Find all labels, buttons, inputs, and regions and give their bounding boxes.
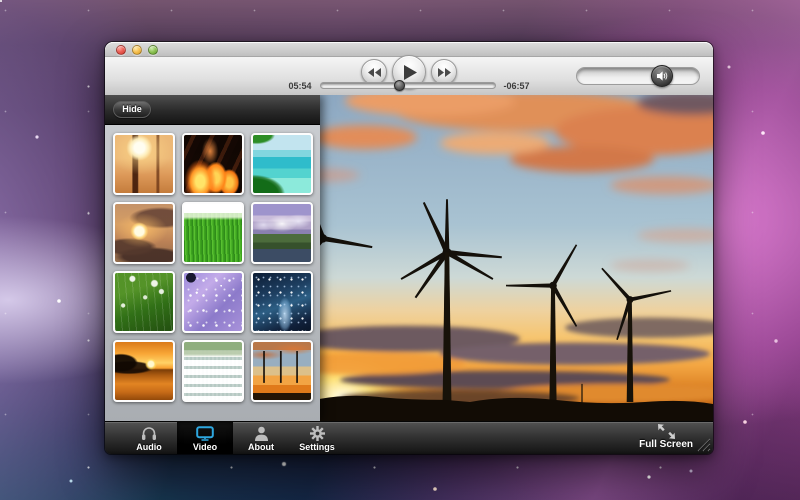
tab-bar: Audio Video About	[121, 422, 345, 454]
thumbnail-starry-sky[interactable]	[251, 271, 313, 333]
tab-video-label: Video	[193, 442, 217, 452]
thumbnail-wind-turbines[interactable]	[251, 340, 313, 402]
video-surface[interactable]	[320, 95, 713, 421]
fullscreen-label: Full Screen	[639, 439, 693, 450]
timeline-track[interactable]	[320, 82, 496, 89]
thumbnail-autumn-trees[interactable]	[113, 133, 175, 195]
tab-about-label: About	[248, 442, 274, 452]
tab-audio[interactable]: Audio	[121, 422, 177, 454]
thumbnail-grid	[105, 125, 320, 421]
thumbnail-green-grass[interactable]	[182, 202, 244, 264]
display-icon	[196, 425, 214, 441]
close-button[interactable]	[116, 45, 126, 55]
timeline: 05:54 -06:57	[105, 79, 713, 92]
tab-settings-label: Settings	[299, 442, 335, 452]
bottom-toolbar: Audio Video About	[105, 421, 713, 454]
tab-about[interactable]: About	[233, 422, 289, 454]
thumbnail-tropical-beach[interactable]	[251, 133, 313, 195]
headphones-icon	[141, 425, 157, 441]
resize-grip[interactable]	[694, 435, 711, 452]
fullscreen-arrows-icon	[656, 424, 676, 439]
play-icon	[404, 65, 417, 80]
zoom-button[interactable]	[148, 45, 158, 55]
elapsed-time: 05:54	[288, 81, 311, 91]
thumbnail-fireplace[interactable]	[182, 133, 244, 195]
playlist-sidebar: Hide	[105, 95, 320, 421]
minimize-button[interactable]	[132, 45, 142, 55]
thumbnail-sunset-clouds[interactable]	[113, 202, 175, 264]
thumbnail-purple-sparkles[interactable]	[182, 271, 244, 333]
media-player-window: 05:54 -06:57	[105, 42, 713, 454]
thumbnail-forest-flowers[interactable]	[113, 271, 175, 333]
thumbnail-mountain-lake[interactable]	[251, 202, 313, 264]
fast-forward-icon	[438, 68, 451, 77]
tab-audio-label: Audio	[136, 442, 162, 452]
window-chrome: 05:54 -06:57	[105, 42, 713, 95]
thumbnail-waterfall[interactable]	[182, 340, 244, 402]
tab-video[interactable]: Video	[177, 422, 233, 454]
thumbnail-sunset-lake[interactable]	[113, 340, 175, 402]
sidebar-header: Hide	[105, 95, 320, 125]
person-icon	[254, 425, 269, 441]
fullscreen-button[interactable]: Full Screen	[639, 424, 693, 450]
gear-icon	[310, 425, 325, 441]
tab-settings[interactable]: Settings	[289, 422, 345, 454]
content-area: Hide	[105, 95, 713, 421]
rewind-icon	[368, 68, 381, 77]
remaining-time: -06:57	[504, 81, 530, 91]
hide-sidebar-button[interactable]: Hide	[113, 101, 151, 118]
timeline-thumb[interactable]	[394, 80, 405, 91]
traffic-lights	[116, 45, 158, 55]
wallpaper-bright-stars	[0, 0, 2, 2]
wind-turbines-video-frame	[320, 95, 713, 421]
